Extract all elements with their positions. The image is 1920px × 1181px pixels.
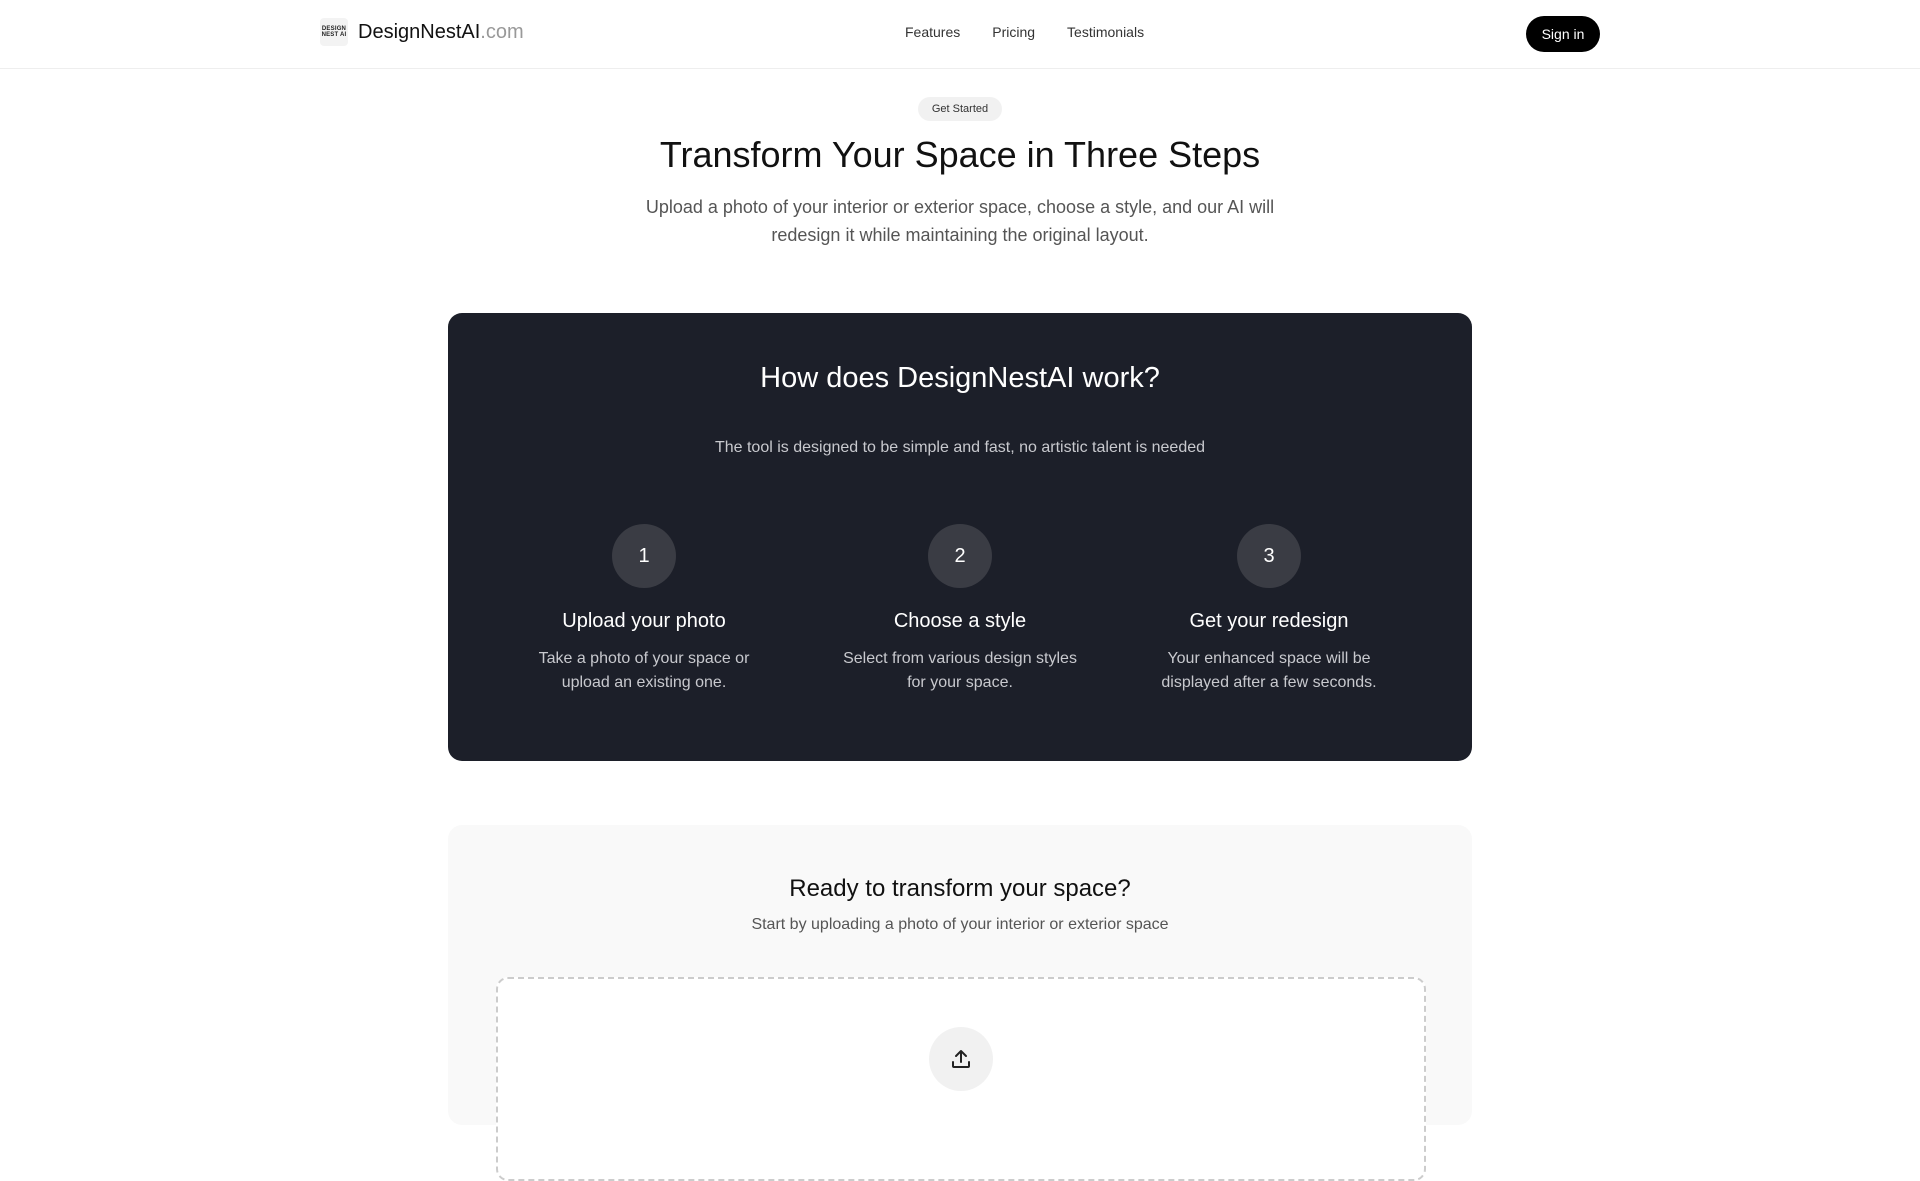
step-number: 2 [928, 524, 992, 588]
step-title: Get your redesign [1189, 610, 1349, 632]
cta-subtitle: Start by uploading a photo of your inter… [751, 916, 1169, 933]
hero-title: Transform Your Space in Three Steps [659, 134, 1261, 175]
how-it-works-card: How does DesignNestAI work? The tool is … [448, 313, 1472, 761]
cta-title: Ready to transform your space? [789, 875, 1131, 902]
step-number: 3 [1237, 524, 1301, 588]
how-it-works-title: How does DesignNestAI work? [760, 362, 1160, 394]
step-description: Your enhanced space will be displayed af… [1161, 650, 1377, 691]
step-number: 1 [612, 524, 676, 588]
nav-pricing-link[interactable]: Pricing [992, 24, 1035, 40]
step-description: Select from various design styles for yo… [843, 650, 1077, 691]
nav-testimonials-link[interactable]: Testimonials [1067, 24, 1144, 40]
site-header: DESIGN NEST AI DesignNestAI .com Features… [0, 0, 1920, 69]
upload-cta-card: Ready to transform your space? Start by … [448, 825, 1472, 1181]
step-1: 1 Upload your photo Take a photo of your… [514, 524, 774, 695]
brand-tld: .com [480, 20, 524, 43]
step-2: 2 Choose a style Select from various des… [830, 524, 1090, 695]
hero-subtitle: Upload a photo of your interior or exter… [645, 197, 1275, 245]
step-title: Choose a style [893, 610, 1027, 632]
step-3: 3 Get your redesign Your enhanced space … [1139, 524, 1399, 695]
main-nav: Features Pricing Testimonials [905, 24, 1144, 40]
upload-dropzone[interactable] [496, 977, 1426, 1181]
brand-logo: DESIGN NEST AI [320, 18, 348, 46]
how-it-works-subtitle: The tool is designed to be simple and fa… [714, 439, 1206, 456]
sign-in-button[interactable]: Sign in [1526, 16, 1600, 52]
step-title: Upload your photo [562, 610, 726, 632]
upload-icon [952, 1050, 970, 1068]
brand[interactable]: DESIGN NEST AI DesignNestAI .com [320, 18, 524, 46]
nav-features-link[interactable]: Features [905, 24, 960, 40]
get-started-badge: Get Started [918, 97, 1002, 121]
brand-name: DesignNestAI [358, 20, 481, 43]
logo-text-line2: NEST AI [321, 32, 347, 38]
upload-button[interactable] [929, 1027, 993, 1091]
step-description: Take a photo of your space or upload an … [538, 650, 750, 691]
